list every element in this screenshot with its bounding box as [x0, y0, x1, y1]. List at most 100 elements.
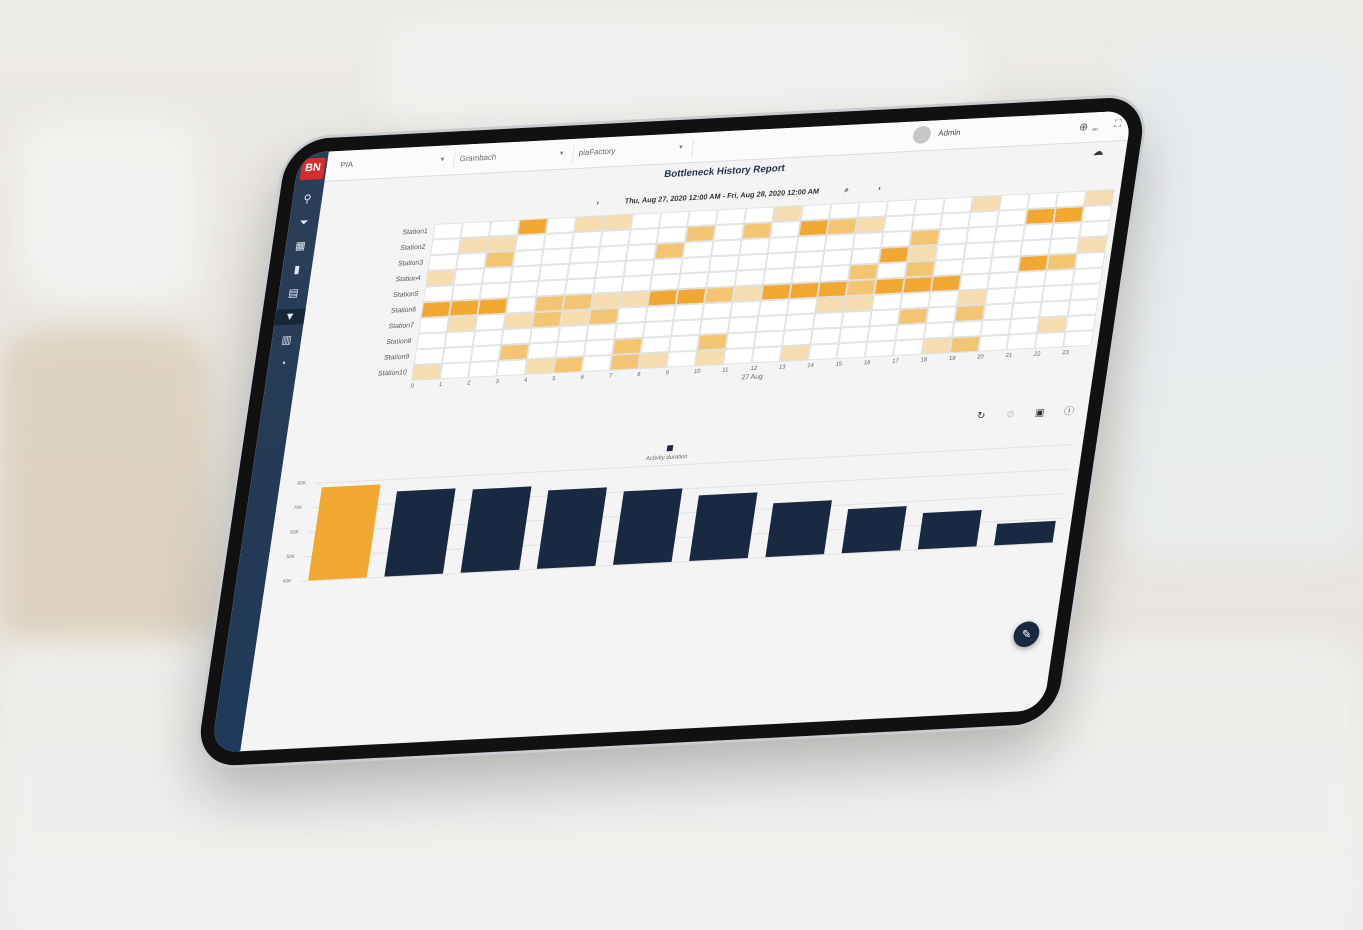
heatmap-cell[interactable]: [743, 206, 775, 224]
heatmap-cell[interactable]: [488, 219, 520, 237]
heatmap-cell[interactable]: [758, 299, 790, 317]
heatmap-cell[interactable]: [1081, 204, 1113, 222]
heatmap-cell[interactable]: [1008, 317, 1040, 335]
heatmap-cell[interactable]: [642, 320, 674, 338]
heatmap-cell[interactable]: [562, 293, 593, 311]
heatmap-cell[interactable]: [762, 267, 794, 285]
heatmap-cell[interactable]: [564, 277, 596, 296]
heatmap-cell[interactable]: [706, 270, 737, 288]
heatmap-cell[interactable]: [1041, 284, 1073, 302]
heatmap-cell[interactable]: [883, 214, 914, 233]
heatmap-cell[interactable]: [453, 268, 485, 286]
heatmap-cell[interactable]: [826, 217, 858, 235]
bar-station9[interactable]: [917, 509, 982, 550]
heatmap-cell[interactable]: [416, 332, 447, 350]
heatmap-cell[interactable]: [876, 261, 907, 280]
heatmap-cell[interactable]: [949, 336, 981, 354]
heatmap-cell[interactable]: [455, 252, 487, 270]
heatmap-cell[interactable]: [1067, 298, 1099, 317]
heatmap-cell[interactable]: [470, 345, 502, 363]
heatmap-cell[interactable]: [847, 263, 879, 281]
heatmap-cell[interactable]: [503, 312, 535, 330]
heatmap-cell[interactable]: [727, 316, 759, 334]
heatmap-cell[interactable]: [989, 256, 1021, 274]
heatmap-cell[interactable]: [1006, 333, 1038, 351]
heatmap-cell[interactable]: [420, 300, 452, 318]
heatmap-cell[interactable]: [789, 282, 820, 300]
heatmap-cell[interactable]: [736, 253, 768, 271]
heatmap-cell[interactable]: [1076, 236, 1108, 254]
heatmap-cell[interactable]: [501, 327, 532, 346]
heatmap-cell[interactable]: [673, 303, 705, 321]
heatmap-cell[interactable]: [472, 329, 504, 347]
heatmap-cell[interactable]: [751, 346, 783, 364]
heatmap-cell[interactable]: [864, 340, 896, 358]
heatmap-cell[interactable]: [668, 334, 700, 352]
heatmap-cell[interactable]: [959, 273, 990, 291]
heatmap-cell[interactable]: [540, 248, 572, 266]
heatmap-cell[interactable]: [786, 297, 818, 315]
bar-station10[interactable]: [994, 520, 1056, 546]
cloud-download-icon[interactable]: ☁: [1092, 145, 1105, 158]
heatmap-cell[interactable]: [838, 326, 870, 344]
heatmap-cell[interactable]: [592, 276, 624, 294]
heatmap-cell[interactable]: [425, 269, 456, 287]
location-pin-icon[interactable]: ⚲: [298, 191, 316, 207]
heatmap-cell[interactable]: [815, 296, 846, 314]
heatmap-cell[interactable]: [845, 279, 877, 297]
heatmap-cell[interactable]: [654, 242, 685, 260]
heatmap-cell[interactable]: [595, 260, 626, 278]
heatmap-cell[interactable]: [531, 310, 563, 328]
heatmap-cell[interactable]: [560, 309, 591, 327]
heatmap-cell[interactable]: [928, 290, 960, 308]
heatmap-cell[interactable]: [442, 346, 473, 364]
site-select[interactable]: Grambach ▾: [452, 145, 576, 170]
heatmap-cell[interactable]: [571, 230, 603, 249]
heatmap-cell[interactable]: [557, 324, 589, 343]
heatmap-cell[interactable]: [708, 255, 740, 273]
filter-icon[interactable]: ⏷: [295, 215, 313, 231]
heatmap-cell[interactable]: [1044, 268, 1075, 287]
zoom-icon[interactable]: ⌕: [844, 185, 850, 194]
heatmap-cell[interactable]: [798, 219, 829, 237]
bar-station2[interactable]: [460, 486, 532, 573]
heatmap-cell[interactable]: [793, 250, 825, 268]
heatmap-cell[interactable]: [1037, 316, 1068, 334]
heatmap-cell[interactable]: [429, 238, 461, 256]
heatmap-cell[interactable]: [534, 295, 565, 313]
heatmap-cell[interactable]: [449, 299, 480, 317]
heatmap-cell[interactable]: [812, 311, 844, 330]
heatmap-cell[interactable]: [477, 297, 508, 316]
heatmap-cell[interactable]: [451, 283, 482, 301]
heatmap-cell[interactable]: [446, 315, 478, 333]
heatmap-cell[interactable]: [824, 233, 855, 251]
heatmap-cell[interactable]: [961, 257, 992, 275]
heatmap-cell[interactable]: [819, 264, 851, 283]
heatmap-cell[interactable]: [850, 247, 881, 265]
heatmap-cell[interactable]: [597, 245, 629, 263]
heatmap-cell[interactable]: [460, 221, 492, 239]
heatmap-cell[interactable]: [725, 331, 757, 350]
heatmap-cell[interactable]: [921, 337, 953, 355]
heatmap-cell[interactable]: [723, 347, 754, 365]
heatmap-cell[interactable]: [1020, 239, 1051, 257]
heatmap-cell[interactable]: [1027, 192, 1058, 210]
heatmap-cell[interactable]: [867, 324, 898, 342]
heatmap-cell[interactable]: [987, 271, 1018, 289]
bar-station4[interactable]: [612, 488, 683, 565]
heatmap-cell[interactable]: [1011, 301, 1042, 319]
heatmap-cell[interactable]: [656, 226, 688, 244]
heatmap-cell[interactable]: [795, 234, 827, 253]
clipboard-icon[interactable]: ▤: [284, 285, 302, 301]
heatmap-cell[interactable]: [677, 272, 709, 290]
heatmap-cell[interactable]: [935, 243, 966, 261]
heatmap-cell[interactable]: [1079, 220, 1110, 238]
heatmap-cell[interactable]: [496, 359, 528, 377]
heatmap-cell[interactable]: [821, 249, 853, 267]
heatmap-cell[interactable]: [1046, 253, 1077, 271]
heatmap-cell[interactable]: [753, 330, 785, 348]
bar-chart-icon[interactable]: ▮: [288, 262, 306, 278]
heatmap-cell[interactable]: [994, 224, 1025, 242]
heatmap-cell[interactable]: [651, 257, 683, 276]
heatmap-cell[interactable]: [468, 360, 499, 378]
